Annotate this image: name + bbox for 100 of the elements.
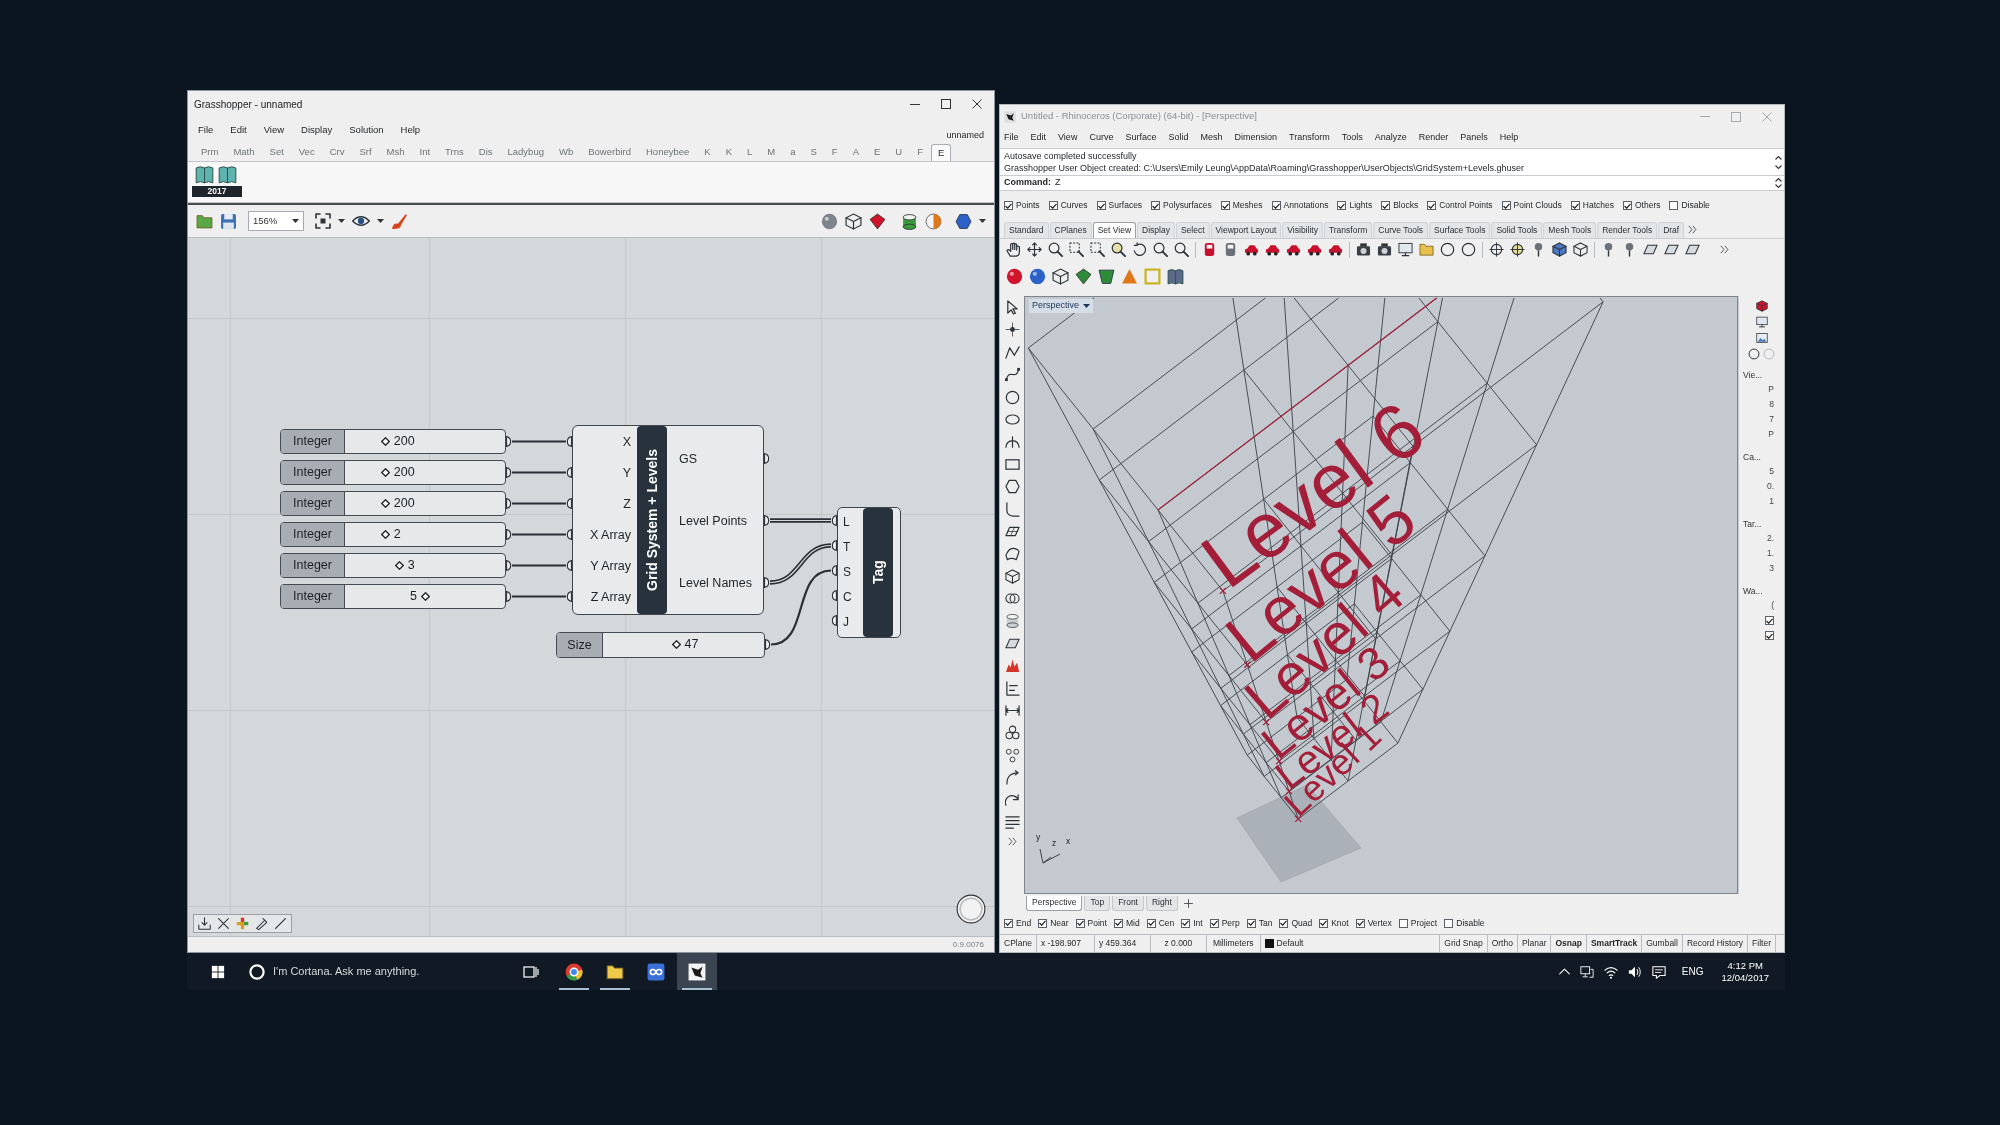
ribbon-tab[interactable]: Wb: [551, 144, 581, 161]
zoom-extents-icon[interactable]: [315, 213, 331, 229]
cross-icon[interactable]: [217, 917, 230, 930]
slider-track[interactable]: 200: [355, 492, 495, 515]
toolbar-tab[interactable]: Curve Tools: [1373, 222, 1429, 238]
diamond-handle-icon[interactable]: [381, 437, 391, 446]
slider-track[interactable]: 3: [355, 554, 495, 577]
checkbox[interactable]: [1096, 201, 1106, 210]
input-port-icon[interactable]: [566, 591, 572, 602]
diamond-handle-icon[interactable]: [420, 592, 430, 601]
car-icon[interactable]: [1328, 242, 1343, 257]
half-filled-circle-icon[interactable]: [925, 212, 942, 230]
sphere-icon[interactable]: [1029, 268, 1046, 285]
brush-icon[interactable]: [391, 212, 408, 230]
circle-icon[interactable]: [1748, 348, 1760, 360]
viewport-title-menu[interactable]: Perspective: [1029, 299, 1094, 313]
caret-icon[interactable]: [292, 219, 299, 223]
pan-hand-icon[interactable]: [1006, 242, 1021, 257]
checkbox[interactable]: [1398, 918, 1408, 928]
text-lines-icon[interactable]: [1004, 815, 1020, 830]
network-icon[interactable]: [1579, 964, 1594, 979]
toolbar-tab[interactable]: Surface Tools: [1429, 222, 1491, 238]
input-port-icon[interactable]: [566, 529, 572, 540]
menu-item[interactable]: Panels: [1460, 131, 1488, 145]
task-view-icon[interactable]: [523, 963, 540, 980]
checkbox[interactable]: [1209, 918, 1219, 928]
ribbon-tab[interactable]: Math: [226, 144, 262, 161]
rotate-icon[interactable]: [1132, 242, 1147, 257]
output-port-icon[interactable]: [506, 498, 512, 509]
status-toggle[interactable]: Gumball: [1642, 935, 1683, 952]
book-icon[interactable]: [1167, 268, 1184, 285]
toolbar-tab[interactable]: Set View: [1092, 222, 1137, 238]
ribbon-tab[interactable]: Bowerbird: [581, 144, 638, 161]
taskbar-app-button[interactable]: [677, 953, 718, 990]
dimension-icon[interactable]: [1004, 703, 1020, 719]
number-slider[interactable]: Integer 200: [280, 429, 506, 454]
rectangle-icon[interactable]: [1004, 456, 1020, 472]
checkbox[interactable]: [1075, 918, 1085, 928]
number-slider[interactable]: Integer 200: [280, 460, 506, 485]
curve-icon[interactable]: [1004, 367, 1020, 383]
status-layer[interactable]: Default: [1276, 937, 1304, 950]
download-tray-icon[interactable]: [198, 917, 211, 930]
arc-icon[interactable]: [1004, 434, 1020, 450]
save-icon[interactable]: [220, 212, 237, 230]
cube-icon[interactable]: [1552, 242, 1567, 257]
volume-icon[interactable]: [1627, 964, 1642, 979]
monitor-icon[interactable]: [1398, 242, 1413, 257]
slider-track[interactable]: 200: [355, 461, 495, 484]
output-port-icon[interactable]: [506, 436, 512, 447]
toolbar-tab[interactable]: Select: [1175, 222, 1210, 238]
menu-item[interactable]: Help: [400, 122, 421, 138]
menu-item[interactable]: Render: [1418, 131, 1449, 145]
crosshair-icon[interactable]: [1510, 242, 1525, 257]
car-front-icon[interactable]: [1202, 242, 1217, 257]
car-icon[interactable]: [1286, 242, 1301, 257]
caret-icon[interactable]: [338, 219, 345, 223]
checkbox[interactable]: [1444, 918, 1454, 928]
windows-logo-icon[interactable]: [211, 964, 225, 979]
plus-icon[interactable]: [1183, 898, 1193, 908]
hook-curve-icon[interactable]: [1004, 501, 1020, 517]
sphere-icon[interactable]: [821, 212, 838, 230]
maximize-icon[interactable]: [941, 99, 951, 109]
plus-icon[interactable]: [236, 917, 249, 930]
ribbon-tab[interactable]: Ladybug: [500, 144, 551, 161]
checkbox[interactable]: [1246, 918, 1256, 928]
sphere-icon[interactable]: [1006, 268, 1023, 285]
double-chevron-icon[interactable]: [1007, 837, 1017, 847]
zoom-icon[interactable]: [1153, 242, 1168, 257]
gem-icon[interactable]: [869, 212, 886, 230]
status-toggle[interactable]: Record History: [1682, 935, 1749, 952]
number-slider[interactable]: Size 47: [556, 632, 765, 658]
double-chevron-icon[interactable]: [1720, 245, 1729, 254]
number-slider[interactable]: Integer 3: [280, 553, 506, 578]
toolbar-tab[interactable]: Standard: [1004, 222, 1049, 238]
ribbon-tab[interactable]: M: [760, 144, 783, 161]
output-port-icon[interactable]: [764, 515, 770, 526]
clock-date[interactable]: 12/04/2017: [1721, 971, 1769, 984]
menu-item[interactable]: Help: [1499, 131, 1519, 145]
slider-track[interactable]: 200: [355, 430, 495, 453]
checkbox[interactable]: [1570, 201, 1580, 210]
toolbar-tab[interactable]: Draf: [1658, 222, 1685, 238]
output-port-icon[interactable]: [506, 529, 512, 540]
output-port-icon[interactable]: [506, 591, 512, 602]
car-icon[interactable]: [1244, 242, 1259, 257]
slider-track[interactable]: 2: [355, 523, 495, 546]
car-front-icon[interactable]: [1223, 242, 1238, 257]
ribbon-tab[interactable]: F: [824, 144, 845, 161]
diamond-handle-icon[interactable]: [671, 640, 681, 649]
checkbox[interactable]: [1501, 201, 1511, 210]
output-port-icon[interactable]: [506, 560, 512, 571]
polyline-icon[interactable]: [1004, 344, 1020, 360]
hexagon-icon[interactable]: [1004, 479, 1020, 495]
scroll-up-icon[interactable]: [1774, 178, 1782, 182]
status-toggle[interactable]: Grid Snap: [1440, 935, 1488, 952]
menu-item[interactable]: Edit: [230, 122, 247, 138]
ribbon-tab[interactable]: Dis: [471, 144, 500, 161]
slider-track[interactable]: 5: [355, 585, 495, 608]
status-toggle[interactable]: Planar: [1517, 935, 1552, 952]
camera-icon[interactable]: [1377, 242, 1392, 257]
car-icon[interactable]: [1307, 242, 1322, 257]
